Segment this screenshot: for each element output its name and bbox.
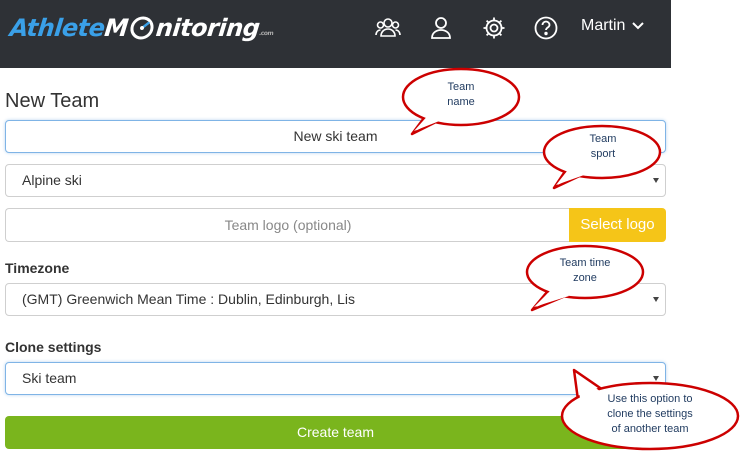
team-icon[interactable] bbox=[374, 14, 402, 42]
select-logo-button[interactable]: Select logo bbox=[569, 208, 666, 242]
app-logo[interactable]: Athlete M nitoring .com bbox=[8, 13, 275, 43]
user-menu-name[interactable]: Martin bbox=[581, 17, 625, 35]
user-icon[interactable] bbox=[427, 14, 455, 42]
callout-clone-line1: Use this option to bbox=[607, 393, 693, 405]
clone-settings-value: Ski team bbox=[22, 370, 77, 386]
callout-team-name-line1: Team bbox=[447, 81, 475, 93]
callout-clone-line2: clone the settings bbox=[607, 408, 693, 420]
callout-team-sport: Team sport bbox=[542, 124, 664, 190]
chevron-down-icon[interactable] bbox=[631, 19, 645, 33]
callout-timezone-line2: zone bbox=[573, 272, 597, 284]
gear-icon[interactable] bbox=[480, 14, 508, 42]
team-logo-placeholder: Team logo (optional) bbox=[224, 217, 352, 233]
clone-settings-label: Clone settings bbox=[5, 339, 102, 355]
callout-team-name-line2: name bbox=[447, 96, 475, 108]
callout-clone-settings: Use this option to clone the settings of… bbox=[556, 366, 740, 454]
gauge-icon bbox=[130, 16, 154, 40]
callout-timezone-line1: Team time bbox=[559, 257, 611, 269]
logo-text-nitoring: nitoring bbox=[154, 14, 262, 42]
callout-team-name: Team name bbox=[400, 66, 522, 136]
help-icon[interactable] bbox=[532, 14, 560, 42]
timezone-label: Timezone bbox=[5, 260, 70, 276]
top-navigation-bar: Athlete M nitoring .com Martin bbox=[0, 0, 671, 68]
callout-team-sport-line1: Team bbox=[589, 133, 617, 145]
select-caret-icon bbox=[653, 297, 659, 302]
callout-clone-line3: of another team bbox=[611, 423, 689, 435]
team-logo-input[interactable]: Team logo (optional) bbox=[5, 208, 570, 242]
logo-text-athlete: Athlete bbox=[8, 14, 107, 42]
page-title: New Team bbox=[5, 90, 100, 112]
team-sport-value: Alpine ski bbox=[22, 172, 82, 188]
callout-timezone: Team time zone bbox=[524, 244, 646, 314]
logo-text-m: M bbox=[103, 14, 130, 42]
logo-text-suffix: .com bbox=[258, 30, 274, 37]
callout-team-sport-line2: sport bbox=[590, 148, 616, 160]
timezone-value: (GMT) Greenwich Mean Time : Dublin, Edin… bbox=[22, 291, 356, 307]
